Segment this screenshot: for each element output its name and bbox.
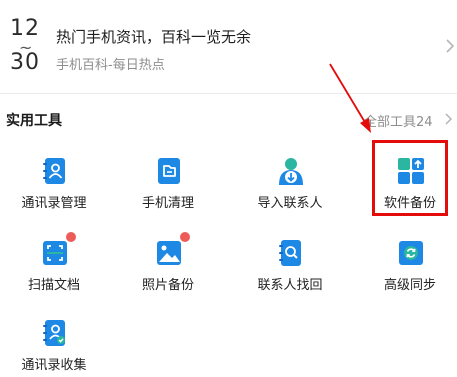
tool-label: 通讯录管理 [21,196,87,211]
tool-label: 联系人找回 [257,278,323,293]
section-title: 实用工具 [6,113,62,129]
tool-scan-document[interactable]: 扫描文档 [6,232,102,310]
tool-label: 照片备份 [141,278,194,293]
daily-news-card[interactable]: 12 ~ 30 热门手机资讯，百科一览无余 手机百科-每日热点 [0,0,457,94]
advanced-sync-icon [399,241,423,265]
tool-advanced-sync[interactable]: 高级同步 [362,238,457,310]
tools-page: 12 ~ 30 热门手机资讯，百科一览无余 手机百科-每日热点 实用工具 全部工… [0,0,457,377]
divider [0,93,457,94]
tool-import-contact[interactable]: 导入联系人 [242,156,338,228]
scan-document-icon [43,241,67,265]
contacts-collect-icon [43,320,65,346]
import-contact-icon [279,158,303,185]
tool-label: 扫描文档 [27,278,80,293]
new-badge [66,232,76,242]
news-title: 热门手机资讯，百科一览无余 [56,28,252,46]
all-tools-link[interactable]: 全部工具24 [364,111,433,130]
tool-label: 导入联系人 [257,196,323,211]
tool-contacts-collect[interactable]: 通讯录收集 [6,318,102,377]
chevron-right-icon [446,39,455,53]
tool-phone-clean[interactable]: 手机清理 [120,156,216,228]
new-badge [180,232,190,242]
date-day: 30 [10,50,40,75]
chevron-right-icon[interactable] [444,112,454,126]
tool-label: 通讯录收集 [21,358,87,373]
highlight-box [372,140,448,216]
tool-photo-backup[interactable]: 照片备份 [120,232,216,310]
phone-clean-icon [158,158,180,184]
news-subtitle: 手机百科-每日热点 [56,58,165,73]
tool-label: 高级同步 [383,278,436,293]
contacts-book-icon [43,158,65,184]
tool-contact-recover[interactable]: 联系人找回 [242,238,338,310]
contact-recover-icon [279,240,301,266]
photo-backup-icon [157,241,181,265]
date-block: 12 ~ 30 [10,17,44,81]
tool-label: 手机清理 [141,196,194,211]
tool-contacts-manage[interactable]: 通讯录管理 [6,156,102,228]
